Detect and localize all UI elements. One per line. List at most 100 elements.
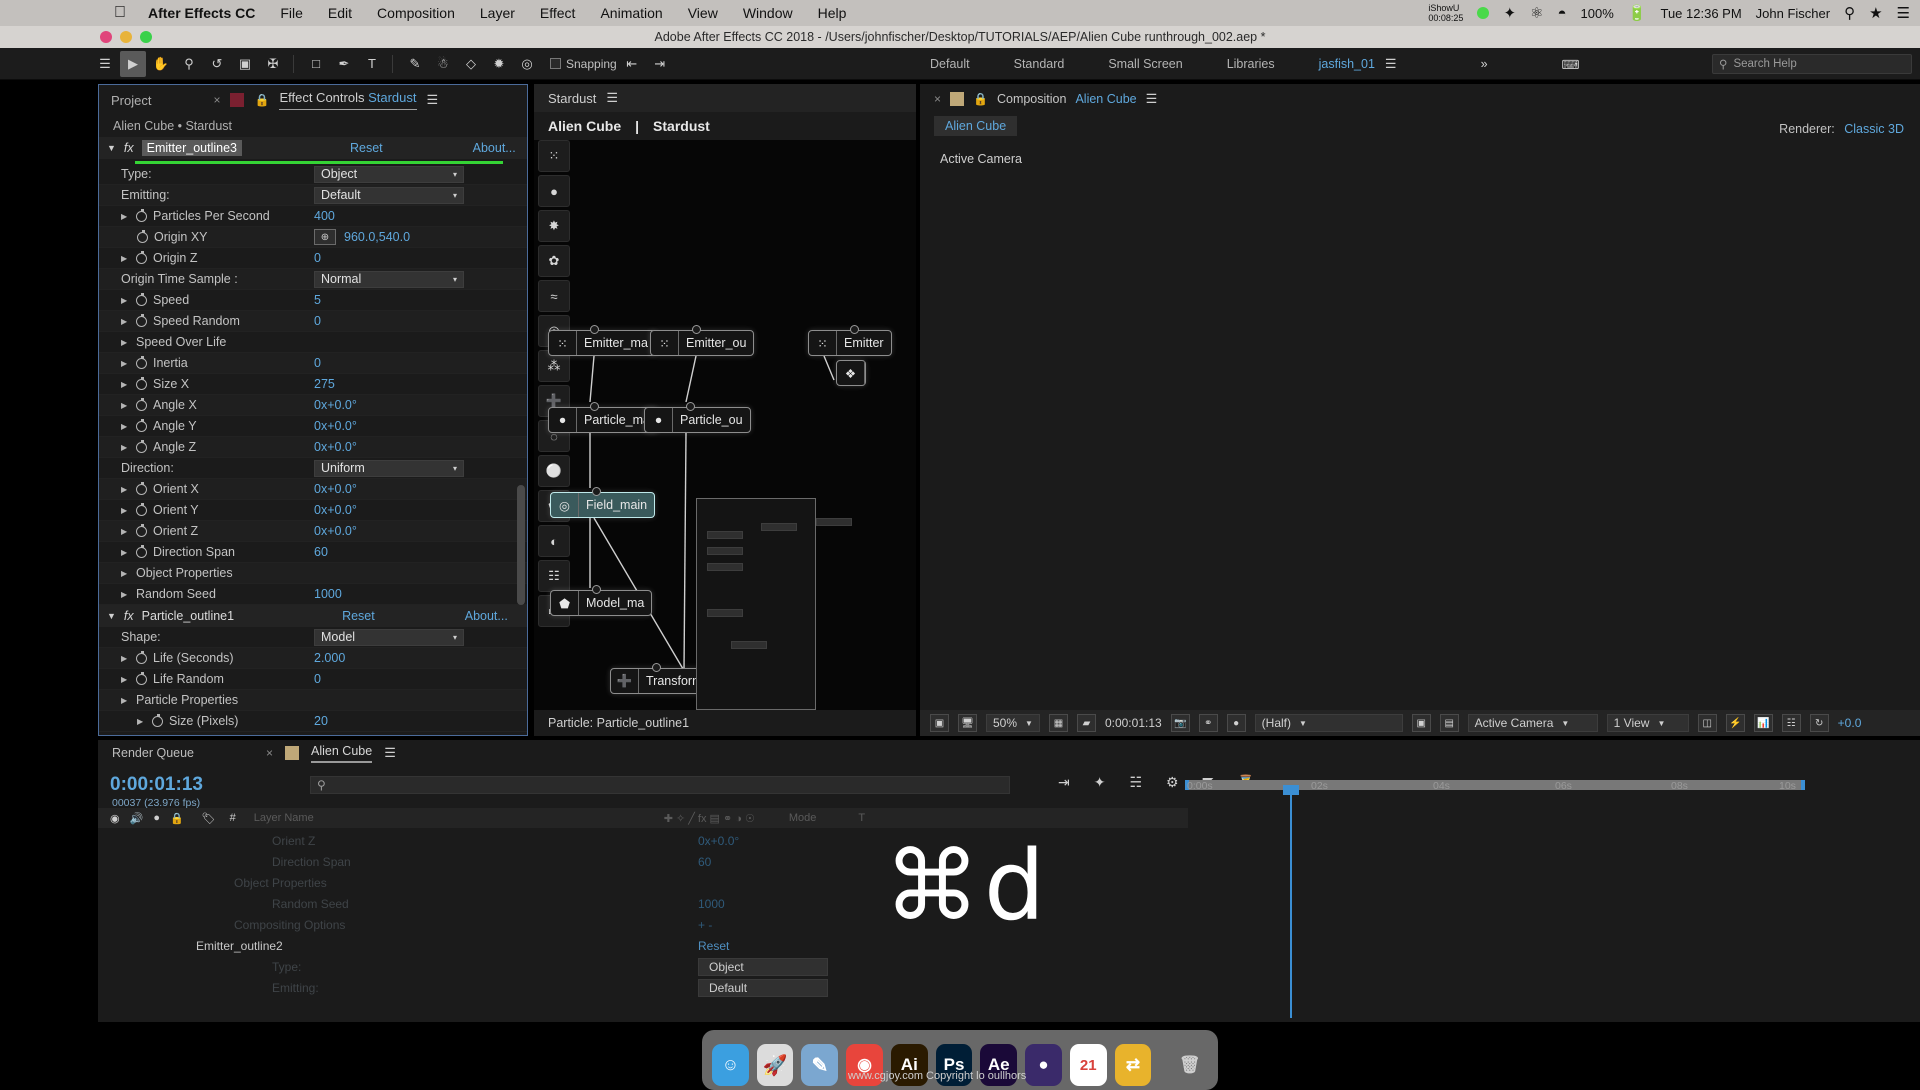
expand-arrow-icon[interactable]: ▶ bbox=[121, 254, 130, 263]
maximize-window-button[interactable] bbox=[140, 31, 152, 43]
expand-arrow-icon[interactable]: ▶ bbox=[121, 212, 130, 221]
stopwatch-icon[interactable] bbox=[152, 713, 163, 727]
property-dropdown[interactable]: Default ▾ bbox=[314, 186, 464, 204]
menu-view[interactable]: View bbox=[688, 5, 718, 21]
timeline-panel-menu-icon[interactable]: ☰ bbox=[384, 745, 396, 761]
workspace-small-screen[interactable]: Small Screen bbox=[1108, 57, 1182, 71]
property-row[interactable]: ▶ Random Seed 1000 bbox=[99, 584, 527, 605]
timeline-ruler[interactable]: 0:00s 02s 04s 06s 08s 10s bbox=[1185, 775, 1805, 797]
property-row[interactable]: Direction: Uniform ▾ bbox=[99, 458, 527, 479]
property-value[interactable]: 60 bbox=[314, 545, 328, 559]
trash-icon[interactable]: 🗑 bbox=[1171, 1044, 1208, 1086]
tab-project[interactable]: Project bbox=[111, 93, 151, 108]
expand-arrow-icon[interactable]: ▶ bbox=[121, 359, 130, 368]
expand-arrow-icon[interactable]: ▶ bbox=[137, 717, 146, 726]
property-value[interactable]: 20 bbox=[314, 714, 328, 728]
user-name[interactable]: John Fischer bbox=[1756, 6, 1830, 21]
origin-picker-icon[interactable]: ⊕ bbox=[314, 229, 336, 245]
stopwatch-icon[interactable] bbox=[136, 355, 147, 369]
fast-previews-icon[interactable]: ⚡ bbox=[1725, 714, 1745, 732]
stopwatch-icon[interactable] bbox=[136, 650, 147, 664]
close-icon-comp[interactable]: × bbox=[934, 92, 941, 106]
transparency-grid-icon[interactable]: ▤ bbox=[1439, 714, 1459, 732]
lock-switch-icon[interactable]: 🔒 bbox=[170, 812, 184, 825]
zoom-tool-icon[interactable]: ⚲ bbox=[176, 51, 202, 77]
battery-icon[interactable]: 🔋 bbox=[1628, 4, 1647, 22]
timeline-row-value[interactable]: Default bbox=[698, 978, 828, 997]
motion-blur-icon[interactable]: ☵ bbox=[1129, 774, 1142, 791]
viewer-tab[interactable]: Alien Cube bbox=[934, 116, 1018, 136]
property-row[interactable]: ▶ Particle Properties bbox=[99, 690, 527, 711]
node-port[interactable] bbox=[850, 325, 859, 334]
clock[interactable]: Tue 12:36 PM bbox=[1660, 6, 1741, 21]
snapshot-icon[interactable]: 📷 bbox=[1170, 714, 1190, 732]
footer-time[interactable]: 0:00:01:13 bbox=[1105, 716, 1162, 730]
keyboard-shortcut-icon[interactable]: ⌨ bbox=[1562, 57, 1580, 72]
property-value[interactable]: 0 bbox=[314, 356, 321, 370]
property-dropdown[interactable]: Model ▾ bbox=[314, 628, 464, 646]
disclosure-triangle-icon[interactable]: ▼ bbox=[107, 143, 116, 153]
timeline-row[interactable]: Emitting: Default bbox=[98, 977, 1188, 998]
node-port[interactable] bbox=[592, 585, 601, 594]
calendar-icon[interactable]: 21 bbox=[1069, 1044, 1107, 1086]
property-row[interactable]: ▶ Direction Span 60 bbox=[99, 542, 527, 563]
timeline-row-value[interactable]: 60 bbox=[698, 855, 711, 869]
comp-flowchart-icon[interactable]: ☷ bbox=[1781, 714, 1801, 732]
stopwatch-icon[interactable] bbox=[137, 229, 148, 243]
align-right-icon[interactable]: ⇥ bbox=[647, 51, 673, 77]
snapping-checkbox[interactable] bbox=[550, 58, 561, 69]
property-row[interactable]: Origin XY ⊕ 960.0,540.0 bbox=[99, 227, 527, 248]
playhead[interactable] bbox=[1290, 788, 1292, 1018]
apple-icon[interactable]:  bbox=[114, 4, 126, 22]
property-value[interactable]: 0 bbox=[314, 672, 321, 686]
property-value[interactable]: 0 bbox=[314, 251, 321, 265]
expand-arrow-icon[interactable]: ▶ bbox=[121, 422, 130, 431]
property-row[interactable]: ▶ Angle Y 0x+0.0° bbox=[99, 416, 527, 437]
disclosure-triangle-icon-2[interactable]: ▼ bbox=[107, 611, 116, 621]
property-row[interactable]: ▶ Speed Over Life bbox=[99, 332, 527, 353]
property-value[interactable]: 0x+0.0° bbox=[314, 524, 357, 538]
stardust-panel-title[interactable]: Stardust bbox=[548, 91, 596, 106]
dropbox-icon[interactable]: ✦ bbox=[1503, 4, 1516, 22]
workspace-selected[interactable]: jasfish_01 bbox=[1319, 57, 1375, 71]
property-value[interactable]: 0x+0.0° bbox=[314, 398, 357, 412]
stopwatch-icon[interactable] bbox=[136, 208, 147, 222]
exposure-value[interactable]: +0.0 bbox=[1838, 716, 1862, 730]
always-preview-icon[interactable]: ▣ bbox=[930, 714, 949, 732]
target-region-icon[interactable]: ▣ bbox=[1411, 714, 1431, 732]
menu-animation[interactable]: Animation bbox=[600, 5, 662, 21]
property-value[interactable]: 0x+0.0° bbox=[314, 419, 357, 433]
pan-behind-tool-icon[interactable]: ✠ bbox=[260, 51, 286, 77]
eraser-tool-icon[interactable]: ◇ bbox=[458, 51, 484, 77]
property-row[interactable]: ▶ Object Properties bbox=[99, 563, 527, 584]
expand-arrow-icon[interactable]: ▶ bbox=[121, 675, 130, 684]
pixel-aspect-icon[interactable]: ◫ bbox=[1697, 714, 1717, 732]
zoom-level-select[interactable]: 50% ▼ bbox=[986, 714, 1040, 732]
rectangle-tool-icon[interactable]: □ bbox=[303, 51, 329, 77]
lock-icon-comp[interactable]: 🔒 bbox=[973, 92, 988, 106]
brush-tool-icon[interactable]: ✎ bbox=[402, 51, 428, 77]
finder-icon[interactable]: ☺ bbox=[712, 1044, 749, 1086]
menu-edit[interactable]: Edit bbox=[328, 5, 352, 21]
show-snapshot-icon[interactable]: ⚭ bbox=[1198, 714, 1218, 732]
close-icon[interactable]: × bbox=[213, 93, 220, 107]
about-button[interactable]: About... bbox=[473, 141, 516, 155]
expand-arrow-icon[interactable]: ▶ bbox=[121, 569, 130, 578]
property-value[interactable]: 0x+0.0° bbox=[314, 482, 357, 496]
property-value[interactable]: 5 bbox=[314, 293, 321, 307]
timeline-graph-icon[interactable]: 📊 bbox=[1753, 714, 1773, 732]
effect-header-particle-outline1[interactable]: ▼ fx Particle_outline1 Reset About... bbox=[99, 605, 527, 627]
node-port[interactable] bbox=[692, 325, 701, 334]
property-row[interactable]: ▶ Orient X 0x+0.0° bbox=[99, 479, 527, 500]
label-column-icon[interactable]: 🏷 bbox=[202, 812, 216, 825]
brainstorm-icon[interactable]: ⚙ bbox=[1166, 774, 1179, 791]
expand-arrow-icon[interactable]: ▶ bbox=[121, 443, 130, 452]
node-port[interactable] bbox=[590, 402, 599, 411]
clone-stamp-tool-icon[interactable]: ☃ bbox=[430, 51, 456, 77]
timeline-row-value[interactable]: 0x+0.0° bbox=[698, 834, 739, 848]
timeline-row-value[interactable]: Object bbox=[698, 957, 828, 976]
stardust-node[interactable]: ● Particle_ou bbox=[644, 407, 751, 433]
stopwatch-icon[interactable] bbox=[136, 418, 147, 432]
effect-controls-scrollbar[interactable] bbox=[517, 485, 525, 605]
menu-composition[interactable]: Composition bbox=[377, 5, 455, 21]
